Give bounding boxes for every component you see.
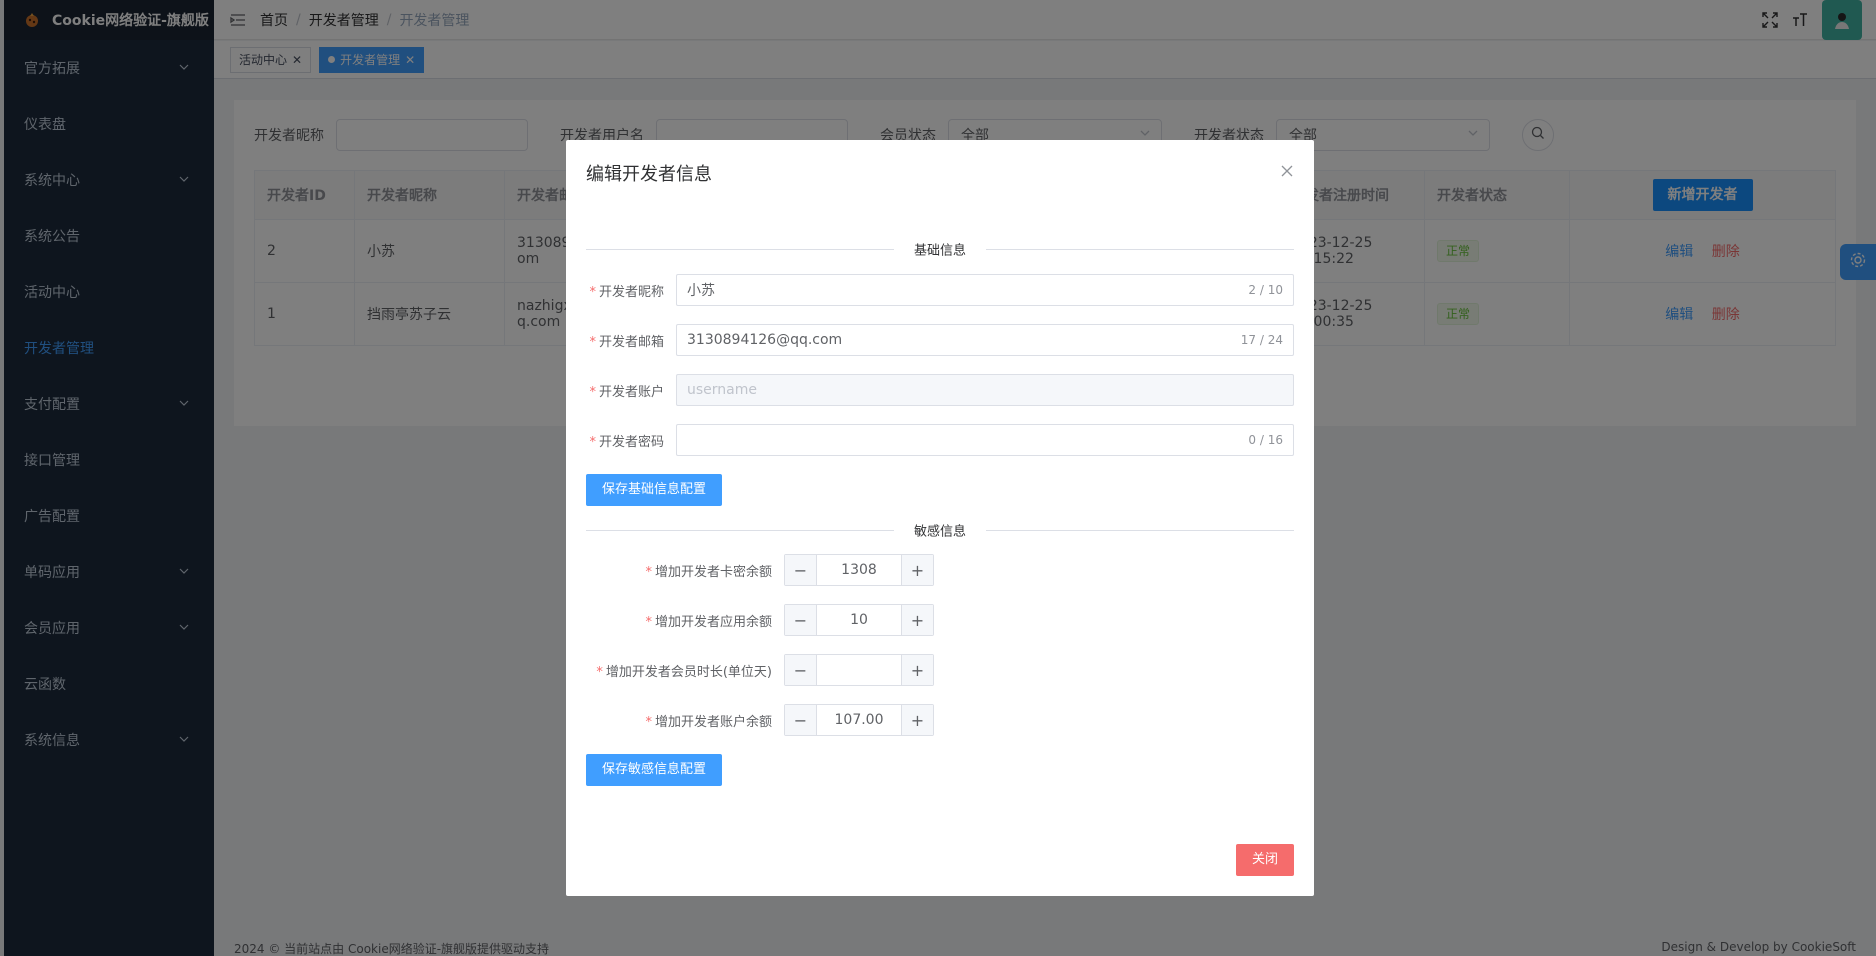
save-basic-button[interactable]: 保存基础信息配置 [586, 474, 723, 506]
member-days-row: * 增加开发者会员时长(单位天) − + [586, 654, 934, 686]
minus-icon[interactable]: − [785, 705, 817, 735]
stepper-label: * 增加开发者账户余额 [645, 714, 772, 730]
dialog-title: 编辑开发者信息 [586, 164, 712, 185]
char-counter: 17 / 24 [1240, 333, 1283, 347]
plus-icon[interactable]: + [901, 705, 933, 735]
stepper-value[interactable] [817, 655, 901, 685]
minus-icon[interactable]: − [785, 605, 817, 635]
plus-icon[interactable]: + [901, 555, 933, 585]
char-counter: 2 / 10 [1248, 283, 1283, 297]
field-value: 3130894126@qq.com [687, 332, 843, 348]
plus-icon[interactable]: + [901, 655, 933, 685]
edit-developer-dialog: 编辑开发者信息 基础信息 * 开发者昵称 小苏 2 / 10 * 开发者邮箱 313… [566, 140, 1314, 896]
nickname-row: * 开发者昵称 小苏 2 / 10 [586, 274, 1294, 306]
minus-icon[interactable]: − [785, 655, 817, 685]
field-label: * 开发者密码 [589, 434, 664, 450]
account-balance-row: * 增加开发者账户余额 − 107.00 + [586, 704, 934, 736]
field-label: * 开发者昵称 [589, 284, 664, 300]
save-sensitive-button[interactable]: 保存敏感信息配置 [586, 754, 723, 786]
stepper-label: * 增加开发者会员时长(单位天) [596, 664, 772, 680]
plus-icon[interactable]: + [901, 605, 933, 635]
card-balance-row: * 增加开发者卡密余额 − 1308 + [586, 554, 934, 586]
stepper-value[interactable]: 10 [817, 605, 901, 635]
char-counter: 0 / 16 [1248, 433, 1283, 447]
stepper-value[interactable]: 107.00 [817, 705, 901, 735]
stepper-label: * 增加开发者应用余额 [645, 614, 772, 630]
close-dialog-button[interactable]: 关闭 [1235, 844, 1294, 876]
field-label: * 开发者账户 [589, 384, 664, 400]
card-balance-stepper[interactable]: − 1308 + [784, 554, 934, 586]
app-balance-row: * 增加开发者应用余额 − 10 + [586, 604, 934, 636]
stepper-value[interactable]: 1308 [817, 555, 901, 585]
email-row: * 开发者邮箱 3130894126@qq.com 17 / 24 [586, 324, 1294, 356]
account-row: * 开发者账户 username [586, 374, 1294, 406]
stepper-label: * 增加开发者卡密余额 [645, 564, 772, 580]
app-balance-stepper[interactable]: − 10 + [784, 604, 934, 636]
email-field[interactable]: 3130894126@qq.com 17 / 24 [676, 324, 1294, 356]
password-field[interactable]: 0 / 16 [676, 424, 1294, 456]
basic-info-title: 基础信息 [893, 239, 987, 259]
field-value: 小苏 [687, 283, 715, 299]
field-label: * 开发者邮箱 [589, 334, 664, 350]
close-icon[interactable] [1280, 164, 1294, 178]
account-field: username [676, 374, 1294, 406]
minus-icon[interactable]: − [785, 555, 817, 585]
password-row: * 开发者密码 0 / 16 [586, 424, 1294, 456]
nickname-field[interactable]: 小苏 2 / 10 [676, 274, 1294, 306]
basic-info-divider: 基础信息 [586, 239, 1294, 259]
member-days-stepper[interactable]: − + [784, 654, 934, 686]
field-placeholder: username [687, 382, 757, 398]
account-balance-stepper[interactable]: − 107.00 + [784, 704, 934, 736]
sensitive-info-title: 敏感信息 [893, 520, 987, 540]
sensitive-info-divider: 敏感信息 [586, 520, 1294, 540]
